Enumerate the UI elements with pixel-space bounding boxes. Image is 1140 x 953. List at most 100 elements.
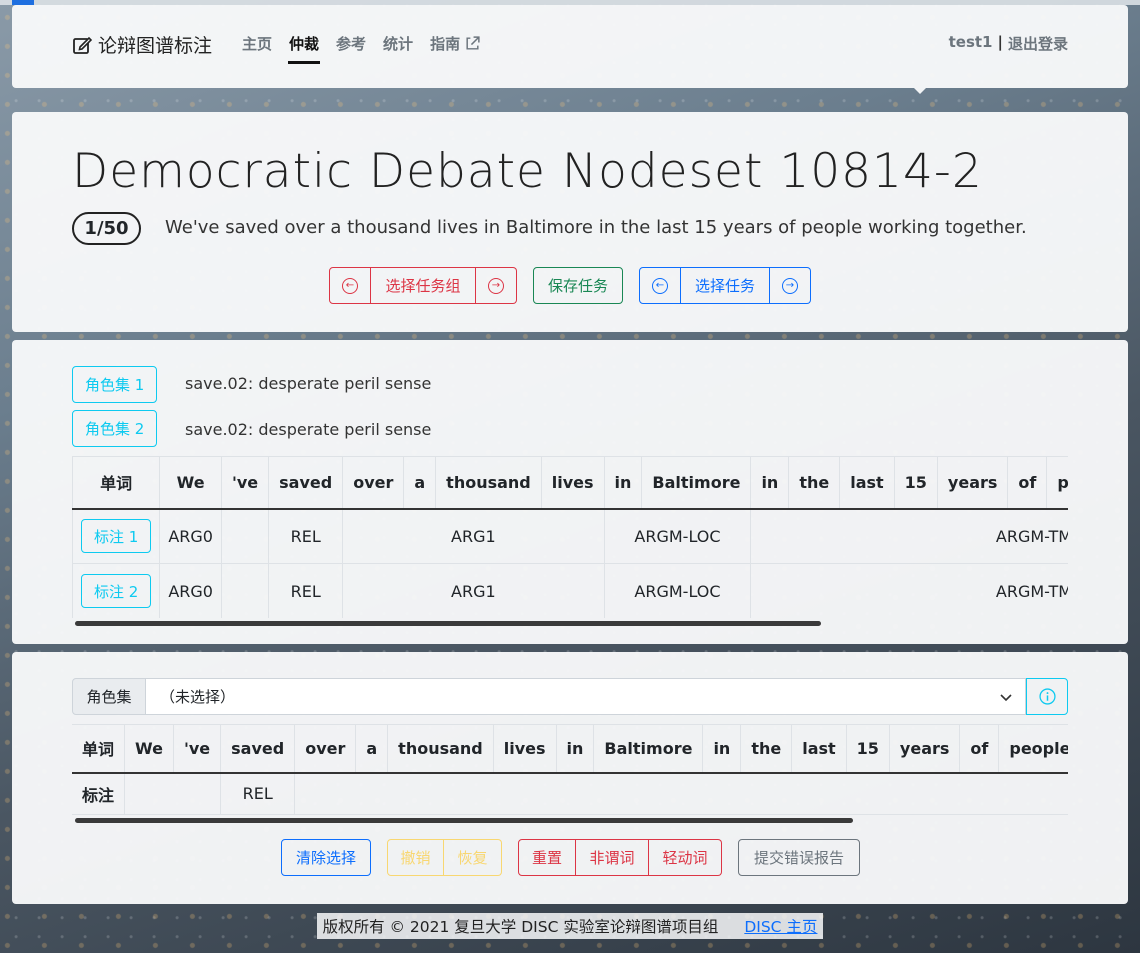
table-row: 标注 REL: [72, 772, 1068, 815]
editor-table: 单词 We 've saved over a thousand lives in…: [72, 724, 1068, 815]
task-header-card: Democratic Debate Nodeset 10814-2 1/50 W…: [12, 112, 1128, 332]
word-cell: in: [750, 456, 790, 510]
editor-table-scrollbar[interactable]: [75, 818, 853, 823]
next-group-button[interactable]: →: [476, 267, 517, 304]
annotation-table-scrollbar[interactable]: [75, 621, 821, 626]
external-link-icon: [466, 36, 480, 50]
select-task-button[interactable]: 选择任务: [681, 267, 770, 304]
nav-arbitration[interactable]: 仲裁: [288, 33, 321, 64]
label-cell: ARG0: [159, 563, 222, 618]
word-cell[interactable]: lives: [493, 724, 557, 774]
word-cell: pe: [1046, 456, 1068, 510]
roleset-select[interactable]: （未选择）: [146, 678, 1026, 715]
light-verb-button[interactable]: 轻动词: [649, 839, 722, 876]
task-group-nav: ← 选择任务组 →: [329, 267, 517, 304]
label-cell: ARGM-LOC: [604, 508, 752, 564]
label-cell: [221, 508, 270, 564]
label-cell: ARGM-TMP: [750, 563, 1068, 618]
copyright-text: 版权所有 © 2021 复旦大学 DISC 实验室论辩图谱项目组: [322, 918, 719, 936]
word-cell: We: [159, 456, 222, 510]
prev-task-button[interactable]: ←: [639, 267, 681, 304]
table-row: 标注 2 ARG0 REL ARG1 ARGM-LOC ARGM-TMP: [72, 563, 1068, 618]
word-cell[interactable]: in: [702, 724, 742, 774]
word-cell[interactable]: last: [791, 724, 847, 774]
word-cell[interactable]: We: [124, 724, 174, 774]
undo-redo-group: 撤销 恢复: [387, 839, 502, 876]
word-cell[interactable]: in: [556, 724, 595, 774]
non-predicate-button[interactable]: 非谓词: [576, 839, 649, 876]
word-cell: Baltimore: [641, 456, 752, 510]
next-task-button[interactable]: →: [770, 267, 811, 304]
table-header-row: 单词 We 've saved over a thousand lives in…: [72, 456, 1068, 510]
page-title: Democratic Debate Nodeset 10814-2: [72, 144, 983, 199]
task-nav: ← 选择任务 →: [639, 267, 811, 304]
reset-button[interactable]: 重置: [518, 839, 576, 876]
arrow-right-circle-icon: →: [488, 277, 504, 294]
nav-guide-label: 指南: [430, 35, 461, 53]
brand-label: 论辩图谱标注: [98, 35, 213, 57]
annotation-1-button[interactable]: 标注 1: [81, 519, 152, 554]
editor-table-wrap[interactable]: 单词 We 've saved over a thousand lives in…: [72, 724, 1068, 816]
table-row: 标注 1 ARG0 REL ARG1 ARGM-LOC ARGM-TMP: [72, 508, 1068, 564]
nav-statistics[interactable]: 统计: [383, 33, 413, 62]
word-cell: over: [342, 456, 405, 510]
word-cell: a: [403, 456, 437, 510]
roleset-info-button[interactable]: [1026, 678, 1068, 715]
edit-icon: [73, 36, 92, 54]
save-task-button[interactable]: 保存任务: [533, 267, 623, 304]
word-cell[interactable]: Baltimore: [593, 724, 704, 774]
word-cell[interactable]: over: [294, 724, 357, 774]
word-cell[interactable]: 15: [846, 724, 890, 774]
annotation-table-wrap[interactable]: 单词 We 've saved over a thousand lives in…: [72, 456, 1068, 618]
redo-button[interactable]: 恢复: [444, 839, 502, 876]
navbar: 论辩图谱标注 主页 仲裁 参考 统计 指南 test1 | 退出登录: [12, 5, 1128, 94]
annotation-table: 单词 We 've saved over a thousand lives in…: [72, 456, 1068, 618]
word-cell: the: [788, 456, 841, 510]
roleset-1-desc: save.02: desperate peril sense: [185, 374, 432, 393]
label-cell[interactable]: [124, 772, 222, 815]
nav-caret: [914, 88, 926, 94]
word-cell: last: [839, 456, 895, 510]
label-cell: REL: [268, 563, 344, 618]
disc-home-link[interactable]: DISC 主页: [744, 918, 817, 936]
task-counter-badge: 1/50: [72, 212, 141, 245]
word-cell[interactable]: saved: [220, 724, 296, 774]
label-cell: REL: [268, 508, 344, 564]
word-cell: years: [937, 456, 1009, 510]
undo-button[interactable]: 撤销: [387, 839, 444, 876]
word-cell[interactable]: 've: [173, 724, 222, 774]
word-cell[interactable]: of: [959, 724, 1000, 774]
nav-home[interactable]: 主页: [242, 33, 272, 62]
word-cell[interactable]: the: [740, 724, 793, 774]
annotation-2-button[interactable]: 标注 2: [81, 574, 152, 608]
word-cell: saved: [268, 456, 344, 510]
nav-reference[interactable]: 参考: [336, 33, 366, 62]
roleset-2-button[interactable]: 角色集 2: [72, 410, 158, 447]
prev-group-button[interactable]: ←: [329, 267, 371, 304]
select-group-button[interactable]: 选择任务组: [371, 267, 476, 304]
word-cell[interactable]: thousand: [387, 724, 494, 774]
word-cell: in: [604, 456, 643, 510]
label-cell: ARG1: [342, 563, 605, 618]
logout-link[interactable]: 退出登录: [1008, 33, 1068, 54]
word-cell: 15: [894, 456, 938, 510]
roleset-2-desc: save.02: desperate peril sense: [185, 420, 432, 439]
word-cell[interactable]: a: [355, 724, 389, 774]
roleset-1-button[interactable]: 角色集 1: [72, 366, 158, 403]
label-cell[interactable]: REL: [220, 772, 296, 815]
word-cell[interactable]: people: [998, 724, 1068, 774]
label-cell[interactable]: [294, 772, 1068, 815]
roleset-select-label: 角色集: [72, 678, 146, 715]
arrow-left-circle-icon: ←: [652, 277, 668, 294]
word-cell: 've: [221, 456, 270, 510]
word-header: 单词: [72, 456, 161, 510]
table-header-row: 单词 We 've saved over a thousand lives in…: [72, 724, 1068, 774]
word-cell[interactable]: years: [889, 724, 961, 774]
brand[interactable]: 论辩图谱标注: [72, 31, 212, 58]
username[interactable]: test1: [949, 33, 993, 54]
clear-selection-button[interactable]: 清除选择: [281, 839, 371, 876]
nav-guide[interactable]: 指南: [430, 33, 481, 62]
submit-error-report-button[interactable]: 提交错误报告: [738, 839, 860, 876]
roleset-select-value: （未选择）: [160, 688, 236, 706]
annotation-1-cell: 标注 1: [72, 508, 161, 564]
